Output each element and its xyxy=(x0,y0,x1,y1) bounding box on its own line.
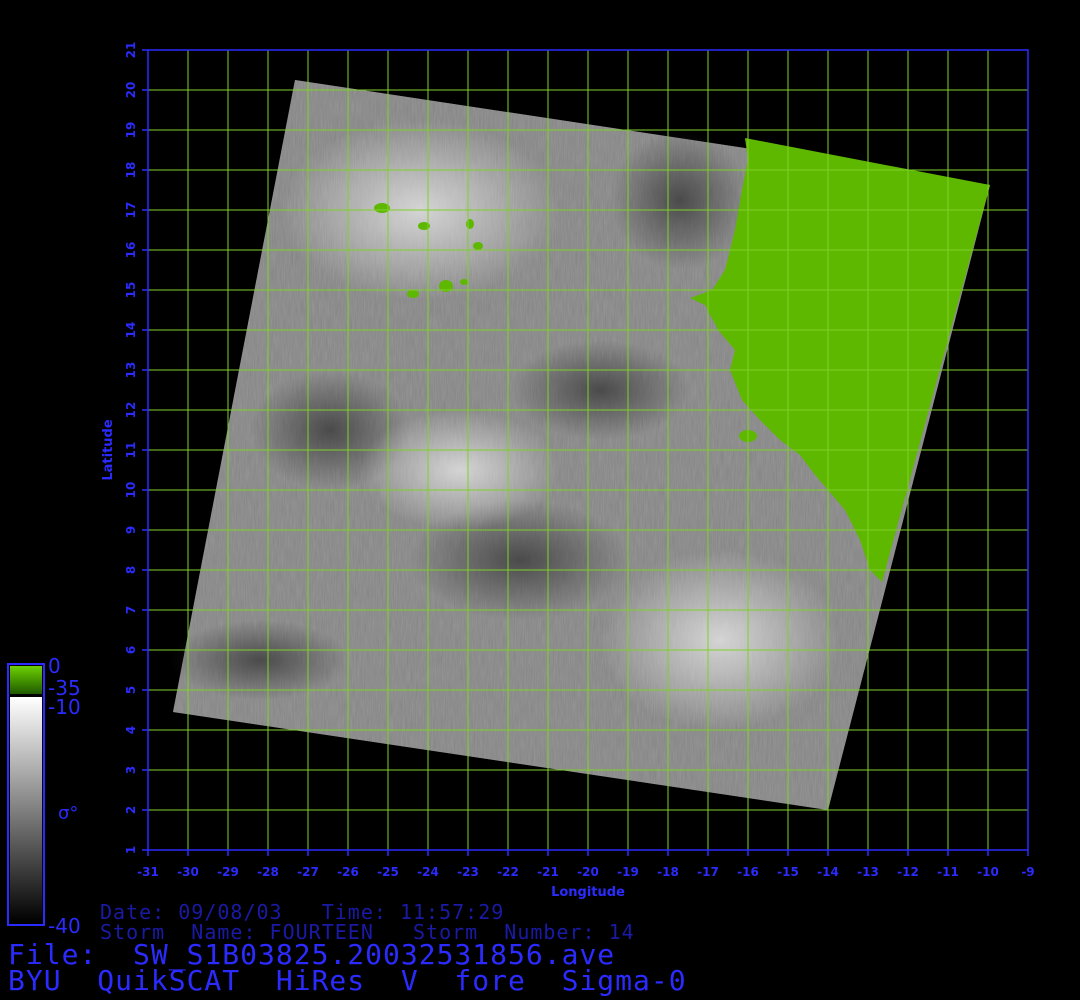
y-tick-label: 19 xyxy=(124,122,138,139)
y-tick-label: 3 xyxy=(124,766,138,774)
y-tick-label: 17 xyxy=(124,202,138,219)
colorbar-label-upper: -10 xyxy=(48,695,81,719)
colorbar-land-segment xyxy=(10,666,42,694)
y-tick-label: 2 xyxy=(124,806,138,814)
x-tick-label: -9 xyxy=(1021,865,1034,879)
x-tick-label: -21 xyxy=(537,865,559,879)
x-tick-label: -26 xyxy=(337,865,359,879)
y-tick-label: 18 xyxy=(124,162,138,179)
y-tick-label: 8 xyxy=(124,566,138,574)
y-tick-label: 4 xyxy=(124,726,138,734)
y-tick-label: 6 xyxy=(124,646,138,654)
x-tick-label: -25 xyxy=(377,865,399,879)
x-tick-label: -17 xyxy=(697,865,719,879)
y-tick-label: 1 xyxy=(124,846,138,854)
x-tick-label: -10 xyxy=(977,865,999,879)
colorbar-symbol: σ° xyxy=(58,803,79,824)
y-tick-label: 16 xyxy=(124,242,138,259)
lat-lon-grid xyxy=(148,50,1028,850)
x-tick-label: -12 xyxy=(897,865,919,879)
x-tick-label: -23 xyxy=(457,865,479,879)
x-tick-label: -31 xyxy=(137,865,159,879)
y-axis-title: Latitude xyxy=(101,419,116,481)
y-tick-label: 11 xyxy=(124,442,138,459)
y-tick-label: 14 xyxy=(124,322,138,339)
y-tick-label: 10 xyxy=(124,482,138,499)
y-tick-label: 15 xyxy=(124,282,138,299)
x-axis: -31 -30 -29 -28 -27 -26 -25 -24 -23 -22 -21 -20 -19 -… xyxy=(137,850,1035,879)
x-tick-label: -16 xyxy=(737,865,759,879)
x-tick-label: -13 xyxy=(857,865,879,879)
x-tick-label: -30 xyxy=(177,865,199,879)
y-tick-label: 13 xyxy=(124,362,138,379)
y-tick-label: 5 xyxy=(124,686,138,694)
x-tick-label: -14 xyxy=(817,865,839,879)
x-tick-label: -29 xyxy=(217,865,239,879)
colorbar-label-bottom: -40 xyxy=(48,914,81,938)
colorbar xyxy=(7,663,45,926)
colorbar-label-top: 0 xyxy=(48,654,61,678)
colorbar-ocean-segment xyxy=(10,697,42,923)
y-tick-label: 21 xyxy=(124,42,138,59)
x-axis-title: Longitude xyxy=(551,885,625,900)
x-tick-label: -24 xyxy=(417,865,439,879)
y-tick-label: 20 xyxy=(124,82,138,99)
x-tick-label: -15 xyxy=(777,865,799,879)
y-tick-label: 9 xyxy=(124,526,138,534)
x-tick-label: -22 xyxy=(497,865,519,879)
x-tick-label: -18 xyxy=(657,865,679,879)
x-tick-label: -27 xyxy=(297,865,319,879)
y-tick-label: 7 xyxy=(124,606,138,614)
x-tick-label: -11 xyxy=(937,865,959,879)
y-tick-label: 12 xyxy=(124,402,138,419)
x-tick-label: -20 xyxy=(577,865,599,879)
x-tick-label: -19 xyxy=(617,865,639,879)
x-tick-label: -28 xyxy=(257,865,279,879)
y-axis: 123456789101112131415161718192021 xyxy=(124,42,148,854)
sigma0-map: -31 -30 -29 -28 -27 -26 -25 -24 -23 -22 -21 -20 -19 -… xyxy=(7,42,1035,926)
product-title: BYU QuikSCAT HiRes V fore Sigma-0 xyxy=(8,964,687,997)
